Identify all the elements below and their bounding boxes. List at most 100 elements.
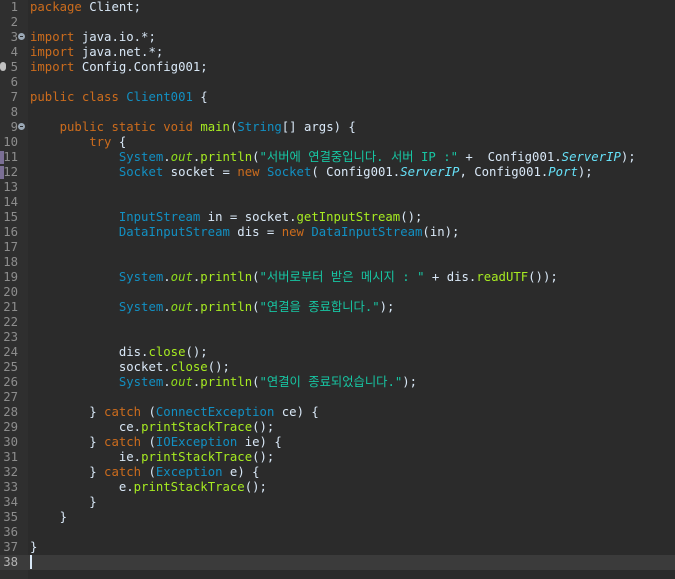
code-line[interactable]: 32 } catch (Exception e) { [0,465,675,480]
code-token: ie. [30,450,142,464]
code-token: . [163,300,171,314]
code-line[interactable]: 22 [0,315,675,330]
code-token: } [30,540,38,554]
code-token: ServerIP [400,165,460,179]
code-token: close [148,345,186,359]
code-line[interactable]: 3 import java.io.*; [0,30,675,45]
code-token: "연결이 종료되었습니다." [259,375,403,389]
fold-collapse-icon[interactable] [18,33,25,40]
code-line[interactable]: 30 } catch (IOException ie) { [0,435,675,450]
code-token: "서버로부터 받은 메시지 : " [259,270,425,284]
line-number: 5 [10,60,18,74]
code-line[interactable]: 37} [0,540,675,555]
code-line[interactable]: 2 [0,15,675,30]
code-text: public class Client001 { [30,90,208,105]
code-token: ( Config001. [311,165,401,179]
code-editor[interactable]: 1 package Client; 2 3 import java.io.*; 4 impo… [0,0,675,579]
code-line[interactable]: 11 System.out.println("서버에 연결중입니다. 서버 IP… [0,150,675,165]
code-token: printStackTrace [141,420,253,434]
code-line[interactable]: 18 [0,255,675,270]
code-line[interactable]: 27 [0,390,675,405]
line-number: 37 [3,540,18,554]
code-token: Port [548,165,578,179]
code-token: dis = [229,225,282,239]
code-line[interactable]: 20 [0,285,675,300]
code-line[interactable]: 31 ie.printStackTrace(); [0,450,675,465]
code-line[interactable]: 4 import java.net.*; [0,45,675,60]
code-line[interactable]: 21 System.out.println("연결을 종료합니다."); [0,300,675,315]
code-line[interactable]: 6 [0,75,675,90]
code-token: ConnectException [155,405,275,419]
code-line[interactable]: 10 try { [0,135,675,150]
code-line[interactable]: 12 Socket socket = new Socket( Config001… [0,165,675,180]
code-token: printStackTrace [133,480,245,494]
code-line[interactable]: 36 [0,525,675,540]
line-number: 27 [3,390,18,404]
code-token: System [118,375,164,389]
code-token: package [30,0,82,14]
code-line[interactable]: 29 ce.printStackTrace(); [0,420,675,435]
line-number: 17 [3,240,18,254]
code-line[interactable]: 28 } catch (ConnectException ce) { [0,405,675,420]
code-token: + dis. [424,270,477,284]
code-token: import [30,60,75,74]
code-text: import Config.Config001; [30,60,208,75]
code-token: java.net.*; [74,45,164,59]
code-token: (); [244,480,267,494]
line-number: 13 [3,180,18,194]
line-number: 12 [3,165,18,179]
code-token: ( [252,375,260,389]
code-line[interactable]: 34 } [0,495,675,510]
code-line[interactable]: 19 System.out.println("서버로부터 받은 메시지 : " … [0,270,675,285]
code-token: ()); [528,270,558,284]
code-line[interactable]: 35 } [0,510,675,525]
code-line[interactable]: 14 [0,195,675,210]
line-number: 25 [3,360,18,374]
line-number: 19 [3,270,18,284]
code-token: void [163,120,193,134]
code-text: } [30,540,37,555]
code-token: [] [281,120,304,134]
code-token: catch [104,405,142,419]
line-number: 28 [3,405,18,419]
code-line[interactable]: 13 [0,180,675,195]
code-token: main [200,120,230,134]
code-token: String [237,120,282,134]
code-token: { [111,135,127,149]
code-token: ( [141,465,156,479]
code-token: import [30,30,75,44]
code-line[interactable]: 26 System.out.println("연결이 종료되었습니다."); [0,375,675,390]
code-line[interactable]: 7 public class Client001 { [0,90,675,105]
code-token: System [118,270,164,284]
code-line[interactable]: 23 [0,330,675,345]
code-token: } [30,465,105,479]
code-line[interactable]: 16 DataInputStream dis = new DataInputSt… [0,225,675,240]
code-token: ); [379,300,395,314]
line-number: 6 [10,75,18,89]
code-token: ); [402,375,418,389]
code-token: out [170,375,193,389]
code-line[interactable]: 24 dis.close(); [0,345,675,360]
code-text: DataInputStream dis = new DataInputStrea… [30,225,460,240]
fold-collapse-icon[interactable] [18,123,25,130]
code-line[interactable]: 9 public static void main(String[] args)… [0,120,675,135]
code-line[interactable]: 33 e.printStackTrace(); [0,480,675,495]
code-line[interactable]: 15 InputStream in = socket.getInputStrea… [0,210,675,225]
code-line[interactable]: 25 socket.close(); [0,360,675,375]
code-line[interactable]: 5 import Config.Config001; [0,60,675,75]
code-line[interactable]: 38 [0,555,675,570]
code-line[interactable]: 1 package Client; [0,0,675,15]
line-number: 11 [3,150,18,164]
code-token: System [118,150,164,164]
code-line[interactable]: 17 [0,240,675,255]
code-token: e. [30,480,134,494]
code-line[interactable]: 8 [0,105,675,120]
code-token: ( [141,405,156,419]
